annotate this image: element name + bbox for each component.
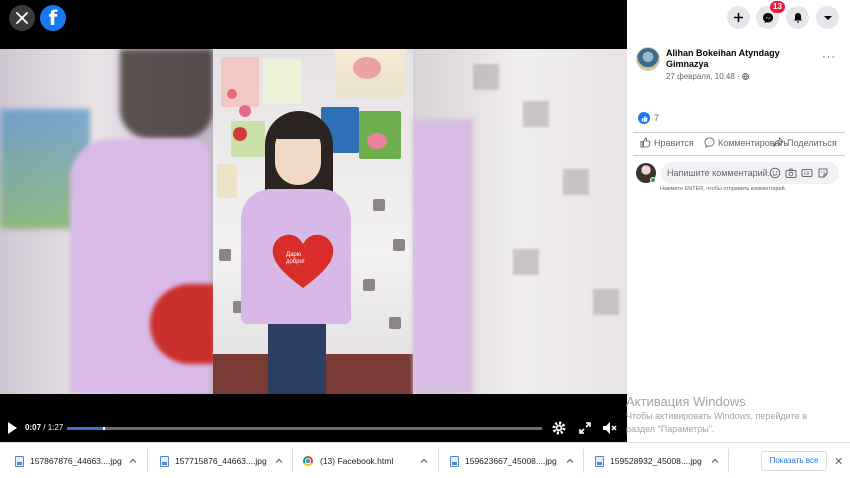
plus-icon: [734, 13, 743, 22]
camera-icon[interactable]: [785, 167, 797, 179]
comment-placeholder: Напишите комментарий...: [667, 168, 776, 178]
author-avatar[interactable]: [636, 47, 660, 71]
chevron-up-icon[interactable]: [420, 457, 428, 465]
chrome-icon: [303, 456, 313, 466]
more-options-button[interactable]: ···: [822, 51, 836, 63]
image-file-icon: [595, 455, 604, 467]
download-item[interactable]: 159623667_45008....jpg: [450, 443, 557, 478]
chevron-up-icon[interactable]: [711, 457, 719, 465]
emoji-icon[interactable]: [769, 167, 781, 179]
post-timestamp[interactable]: 27 февраля, 10:48 ·: [666, 72, 749, 81]
facebook-photo-viewer: f Дарю добро! 0:07 / 1:27 13 Alihan Boke…: [0, 0, 850, 478]
divider: [583, 449, 584, 473]
windows-activation-watermark: Активация Windows Чтобы активировать Win…: [626, 394, 850, 435]
notification-badge: 13: [770, 1, 785, 13]
comment-icon: [704, 137, 715, 148]
image-file-icon: [160, 455, 169, 467]
like-reaction-icon: [638, 112, 650, 124]
video-time: 0:07 / 1:27: [25, 423, 63, 432]
settings-icon[interactable]: [551, 420, 567, 436]
chevron-up-icon[interactable]: [566, 457, 574, 465]
download-filename: 157715876_44663....jpg: [175, 456, 267, 466]
sticker-icon[interactable]: [817, 167, 829, 179]
video-blur-right: [413, 49, 627, 394]
current-time: 0:07: [25, 423, 42, 432]
progress-played: [67, 427, 103, 430]
divider: [438, 449, 439, 473]
close-icon: [16, 12, 28, 24]
facebook-logo-icon[interactable]: f: [40, 5, 66, 31]
video-frame[interactable]: Дарю добро!: [0, 49, 627, 394]
account-menu-button[interactable]: [816, 6, 839, 29]
activation-line-2: раздел "Параметры".: [626, 424, 715, 434]
download-filename: 157867876_44663....jpg: [30, 456, 122, 466]
chevron-down-icon: [823, 15, 832, 20]
comment-hint: Нажмите ENTER, чтобы отправить комментар…: [660, 186, 787, 192]
show-all-downloads-button[interactable]: Показать все: [761, 451, 827, 471]
image-file-icon: [15, 455, 24, 467]
post-author[interactable]: Alihan Bokeihan Atyndagy Gimnazya: [666, 48, 816, 70]
video-blur-left: [0, 49, 215, 394]
close-downloads-bar-icon[interactable]: ✕: [834, 455, 843, 468]
divider: [633, 132, 845, 133]
video-controls: 0:07 / 1:27: [0, 414, 627, 442]
downloads-bar: 157867876_44663....jpg 157715876_44663..…: [0, 442, 850, 478]
create-button[interactable]: [727, 6, 750, 29]
share-icon: [773, 137, 784, 147]
comment-input[interactable]: Напишите комментарий... GIF: [661, 162, 839, 184]
close-button[interactable]: [9, 5, 35, 31]
svg-text:GIF: GIF: [804, 171, 811, 176]
download-filename: (13) Facebook.html: [320, 456, 394, 466]
image-file-icon: [450, 455, 459, 467]
gif-icon[interactable]: GIF: [801, 167, 813, 179]
download-item[interactable]: (13) Facebook.html: [303, 443, 393, 478]
divider: [147, 449, 148, 473]
progress-bar[interactable]: [67, 427, 542, 430]
video-content: Дарю добро!: [213, 49, 413, 394]
activation-title: Активация Windows: [626, 394, 746, 409]
duration: / 1:27: [43, 423, 64, 432]
chevron-up-icon[interactable]: [129, 457, 137, 465]
online-status-dot: [650, 177, 656, 183]
play-icon[interactable]: [8, 422, 17, 434]
chevron-up-icon[interactable]: [275, 457, 283, 465]
thumbs-up-icon: [640, 137, 651, 148]
divider: [728, 449, 729, 473]
download-item[interactable]: 157867876_44663....jpg: [15, 443, 122, 478]
mute-icon[interactable]: [601, 420, 617, 436]
download-filename: 159623667_45008....jpg: [465, 456, 557, 466]
notifications-button[interactable]: [786, 6, 809, 29]
reaction-count: 7: [654, 113, 660, 123]
share-button[interactable]: Поделиться: [773, 137, 837, 148]
activation-line-1: Чтобы активировать Windows, перейдите в: [626, 411, 807, 421]
divider: [292, 449, 293, 473]
comment-input-icons: GIF: [769, 167, 829, 179]
divider: [633, 155, 845, 156]
download-item[interactable]: 157715876_44663....jpg: [160, 443, 267, 478]
globe-icon: [741, 73, 749, 80]
notifications-icon: [793, 12, 802, 23]
messenger-icon: [762, 12, 773, 23]
video-pane: f Дарю добро! 0:07 / 1:27: [0, 0, 627, 442]
heart-card-text: Дарю добро!: [286, 252, 305, 265]
fullscreen-icon[interactable]: [577, 420, 593, 436]
post-actions: Нравится Комментировать Поделиться: [636, 134, 846, 154]
download-item[interactable]: 159528932_45008....jpg: [595, 443, 702, 478]
reactions-summary[interactable]: 7: [638, 112, 659, 124]
like-button[interactable]: Нравится: [640, 137, 694, 148]
download-filename: 159528932_45008....jpg: [610, 456, 702, 466]
